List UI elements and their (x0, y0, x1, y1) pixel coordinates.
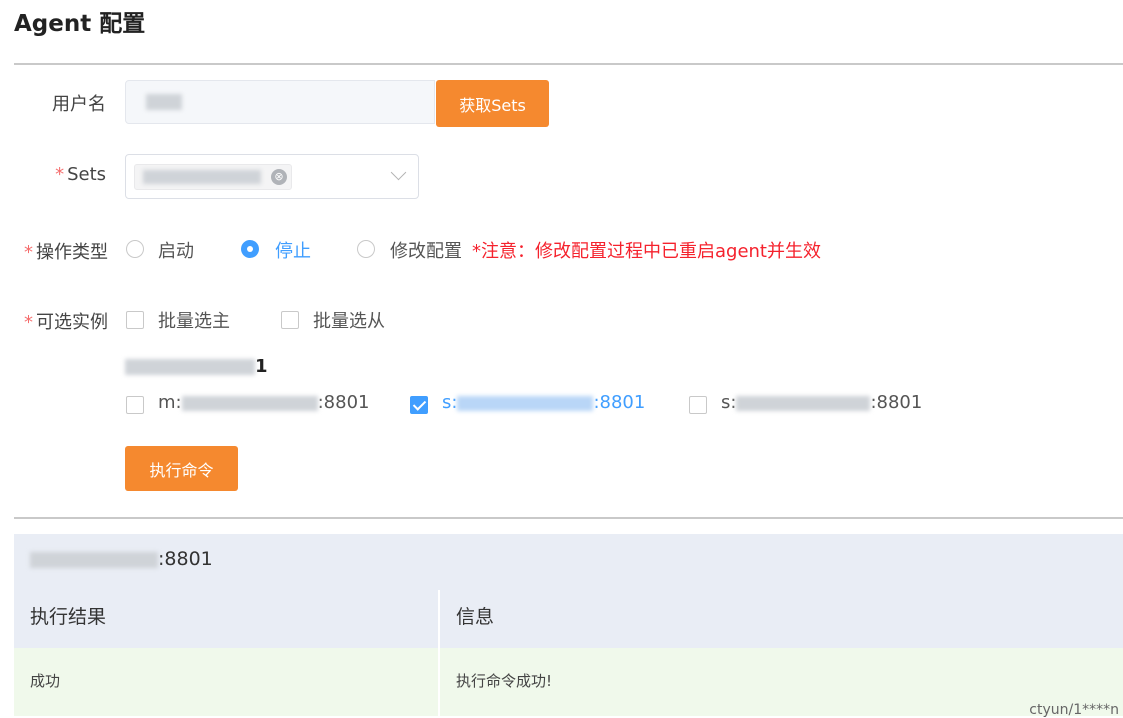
radio-stop-label[interactable]: 停止 (275, 237, 311, 263)
instance-checkbox-slave-2[interactable] (689, 396, 707, 414)
username-label: 用户名 (52, 94, 106, 115)
instance-port: :8801 (317, 392, 370, 413)
batch-master-checkbox[interactable] (126, 311, 144, 329)
column-header-info: 信息 (440, 590, 1123, 648)
instances-label-text: 可选实例 (36, 312, 108, 333)
modify-config-note: *注意：修改配置过程中已重启agent并生效 (472, 241, 821, 262)
tag-close-icon[interactable]: ⊗ (271, 169, 287, 185)
redacted-group-name (125, 359, 255, 375)
sets-tag: ⊗ (134, 164, 292, 190)
instance-label-slave-1[interactable]: s: :8801 (442, 392, 645, 413)
instance-group-title: 1 (125, 356, 268, 377)
batch-slave-label[interactable]: 批量选从 (313, 307, 385, 333)
sets-select[interactable]: ⊗ (125, 154, 419, 199)
instance-port: :8801 (870, 392, 923, 413)
sets-label-text: Sets (67, 164, 106, 185)
instance-checkbox-master[interactable] (126, 396, 144, 414)
result-host-header: :8801 (14, 534, 1123, 590)
instance-prefix: s: (442, 392, 458, 413)
result-host: :8801 (30, 548, 213, 570)
divider (14, 63, 1123, 65)
execute-command-button[interactable]: 执行命令 (125, 446, 238, 491)
divider (14, 517, 1123, 519)
required-mark: * (24, 242, 33, 263)
instance-port: :8801 (593, 392, 646, 413)
required-mark: * (55, 164, 65, 185)
chevron-down-icon (390, 164, 407, 181)
radio-stop[interactable] (241, 240, 259, 258)
cell-result: 成功 (14, 648, 438, 716)
result-host-port: :8801 (158, 548, 213, 570)
required-mark: * (24, 312, 33, 333)
redacted-host (30, 551, 158, 568)
group-title-suffix: 1 (255, 356, 268, 377)
radio-modify-config[interactable] (357, 240, 375, 258)
instance-label-slave-2[interactable]: s: :8801 (721, 392, 922, 413)
page-title: Agent 配置 (14, 11, 146, 37)
radio-modify-config-label[interactable]: 修改配置 (390, 237, 462, 263)
instance-label-master[interactable]: m: :8801 (158, 392, 369, 413)
redacted-ip (181, 395, 318, 411)
radio-start[interactable] (126, 240, 144, 258)
batch-master-label[interactable]: 批量选主 (158, 307, 230, 333)
sets-label: * Sets (14, 164, 106, 185)
redacted-username (146, 94, 182, 110)
instance-prefix: m: (158, 392, 182, 413)
username-input[interactable] (125, 80, 435, 124)
op-type-label: * 操作类型 (12, 238, 108, 264)
cell-info: 执行命令成功! (440, 648, 1123, 716)
batch-slave-checkbox[interactable] (281, 311, 299, 329)
watermark: ctyun/1****n (1029, 702, 1119, 718)
redacted-ip (736, 395, 871, 411)
radio-start-label[interactable]: 启动 (158, 237, 194, 263)
instance-checkbox-slave-1[interactable] (410, 396, 428, 414)
redacted-ip (457, 395, 594, 411)
instances-label: * 可选实例 (12, 308, 108, 334)
column-separator (438, 590, 440, 716)
column-header-result: 执行结果 (14, 590, 438, 648)
fetch-sets-button[interactable]: 获取Sets (436, 80, 549, 127)
redacted-set-name (143, 170, 261, 184)
instance-prefix: s: (721, 392, 737, 413)
op-type-label-text: 操作类型 (36, 242, 108, 263)
